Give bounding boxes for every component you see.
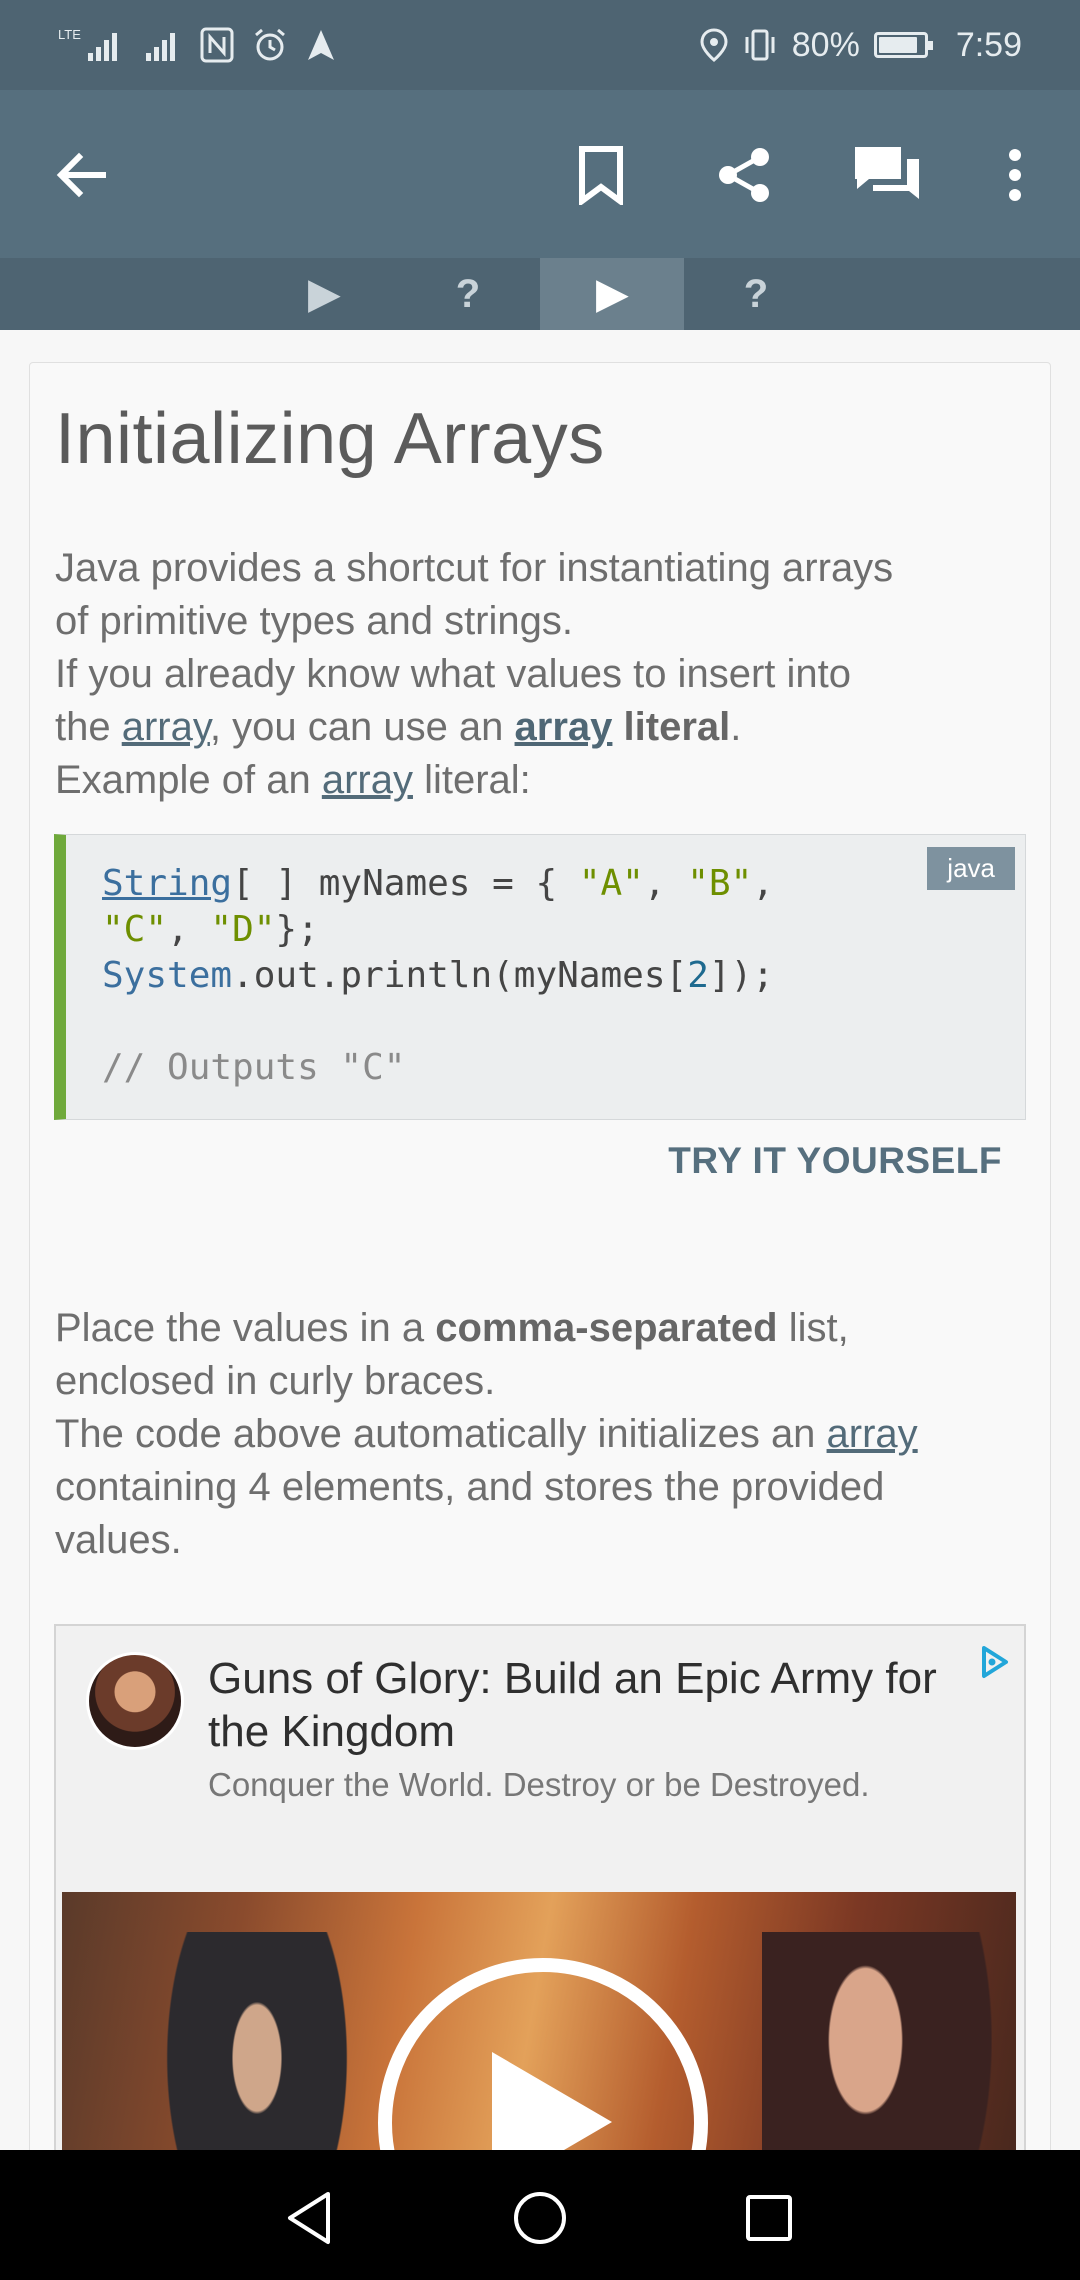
array-literal-link[interactable]: array [515, 705, 613, 749]
nfc-icon [200, 27, 234, 63]
app-bar [0, 90, 1080, 258]
ad-title[interactable]: Guns of Glory: Build an Epic Army for th… [208, 1652, 948, 1758]
code-token: .out.println(myNames[ [232, 955, 688, 996]
text-span: . [730, 705, 742, 749]
comments-button[interactable] [842, 130, 932, 220]
battery-percent: 80% [791, 25, 860, 64]
signal-icon [142, 25, 182, 65]
lesson-progress-tabs: ▶ ? ▶ ? [0, 258, 1080, 330]
status-right-icons: 80% 7:59 [700, 26, 1022, 65]
back-button[interactable] [36, 130, 126, 220]
code-token: [ ] myNames = { [232, 863, 579, 904]
code-token[interactable]: String [102, 863, 232, 904]
share-button[interactable] [699, 130, 789, 220]
lesson-explanation-text: Place the values in a comma-separated li… [55, 1302, 1025, 1567]
code-line: System.out.println(myNames[2]); [102, 953, 774, 999]
code-token: "A" [578, 863, 644, 904]
vibrate-icon [742, 27, 778, 63]
nav-recents-icon [746, 2195, 792, 2241]
ad-subtitle: Conquer the World. Destroy or be Destroy… [208, 1766, 870, 1803]
alarm-icon [252, 27, 288, 63]
text-span: the [55, 705, 122, 749]
tab-quiz-1[interactable]: ? [396, 258, 540, 330]
nav-back-icon [288, 2192, 330, 2244]
bookmark-icon [579, 146, 623, 205]
ad-choices-icon[interactable] [976, 1644, 1012, 1680]
text-line: enclosed in curly braces. [55, 1359, 496, 1403]
code-token: "B" [687, 863, 753, 904]
status-left-icons: LTE [58, 25, 336, 65]
nav-home-button[interactable] [500, 2178, 580, 2258]
bookmark-button[interactable] [556, 130, 646, 220]
code-comment: // Outputs "C" [102, 1047, 406, 1088]
code-token: , [752, 863, 774, 904]
back-arrow-icon [56, 152, 106, 198]
text-line: Place the values in a comma-separated li… [55, 1302, 1025, 1355]
bold-text: literal [612, 705, 731, 749]
location-icon [700, 28, 728, 62]
text-line: If you already know what values to inser… [55, 652, 851, 696]
array-link[interactable]: array [322, 758, 413, 802]
text-line: Java provides a shortcut for instantiati… [55, 546, 894, 590]
nav-back-button[interactable] [269, 2178, 349, 2258]
code-text: String[ ] myNames = { "A", "B", "C", "D"}… [102, 861, 774, 1091]
text-line: containing 4 elements, and stores the pr… [55, 1465, 885, 1509]
battery-icon [873, 32, 933, 58]
status-bar: LTE 80% 7:59 [0, 0, 1080, 90]
code-token: , [167, 909, 211, 950]
system-nav-bar [0, 2150, 1080, 2280]
code-language-badge: java [927, 847, 1015, 890]
comments-icon [855, 147, 919, 199]
share-icon [719, 148, 769, 202]
lesson-title: Initializing Arrays [55, 399, 605, 479]
text-span: The code above automatically initializes… [55, 1412, 827, 1456]
text-line: The code above automatically initializes… [55, 1408, 1025, 1461]
code-token: "D" [210, 909, 276, 950]
clock: 7:59 [955, 25, 1022, 64]
code-line: String[ ] myNames = { "A", "B", [102, 861, 774, 907]
more-options-button[interactable] [970, 130, 1060, 220]
text-line: values. [55, 1518, 182, 1562]
array-link[interactable]: array [827, 1412, 918, 1456]
text-span: list, [777, 1306, 849, 1350]
ad-app-icon[interactable] [86, 1652, 184, 1750]
code-line: "C", "D"}; [102, 907, 774, 953]
svg-text:LTE: LTE [58, 27, 81, 42]
tab-lesson-2[interactable]: ▶ [540, 258, 684, 330]
navigation-icon [306, 28, 336, 62]
lesson-intro-text: Java provides a shortcut for instantiati… [55, 542, 1025, 807]
text-span: , you can use an [209, 705, 515, 749]
lte-signal-icon: LTE [58, 25, 124, 65]
code-line: // Outputs "C" [102, 1045, 774, 1091]
text-line: the array, you can use an array literal. [55, 701, 1025, 754]
code-token: ]); [708, 955, 774, 996]
text-span: Place the values in a [55, 1306, 436, 1350]
text-span: Example of an [55, 758, 322, 802]
nav-home-icon [514, 2192, 566, 2244]
code-token: 2 [687, 955, 709, 996]
code-token: , [643, 863, 688, 904]
try-it-yourself-button[interactable]: TRY IT YOURSELF [668, 1140, 1002, 1182]
code-token: System [102, 955, 233, 996]
tab-quiz-2[interactable]: ? [684, 258, 828, 330]
text-line: Example of an array literal: [55, 754, 1025, 807]
tab-lesson-1[interactable]: ▶ [252, 258, 396, 330]
bold-text: comma-separated [435, 1306, 778, 1350]
array-link[interactable]: array [122, 705, 210, 749]
text-span: literal: [412, 758, 531, 802]
nav-recents-button[interactable] [729, 2178, 809, 2258]
text-line: of primitive types and strings. [55, 599, 573, 643]
code-token: }; [275, 909, 319, 950]
more-vert-icon [1009, 149, 1021, 201]
code-token: "C" [102, 909, 168, 950]
code-block: java String[ ] myNames = { "A", "B", "C",… [54, 834, 1026, 1120]
